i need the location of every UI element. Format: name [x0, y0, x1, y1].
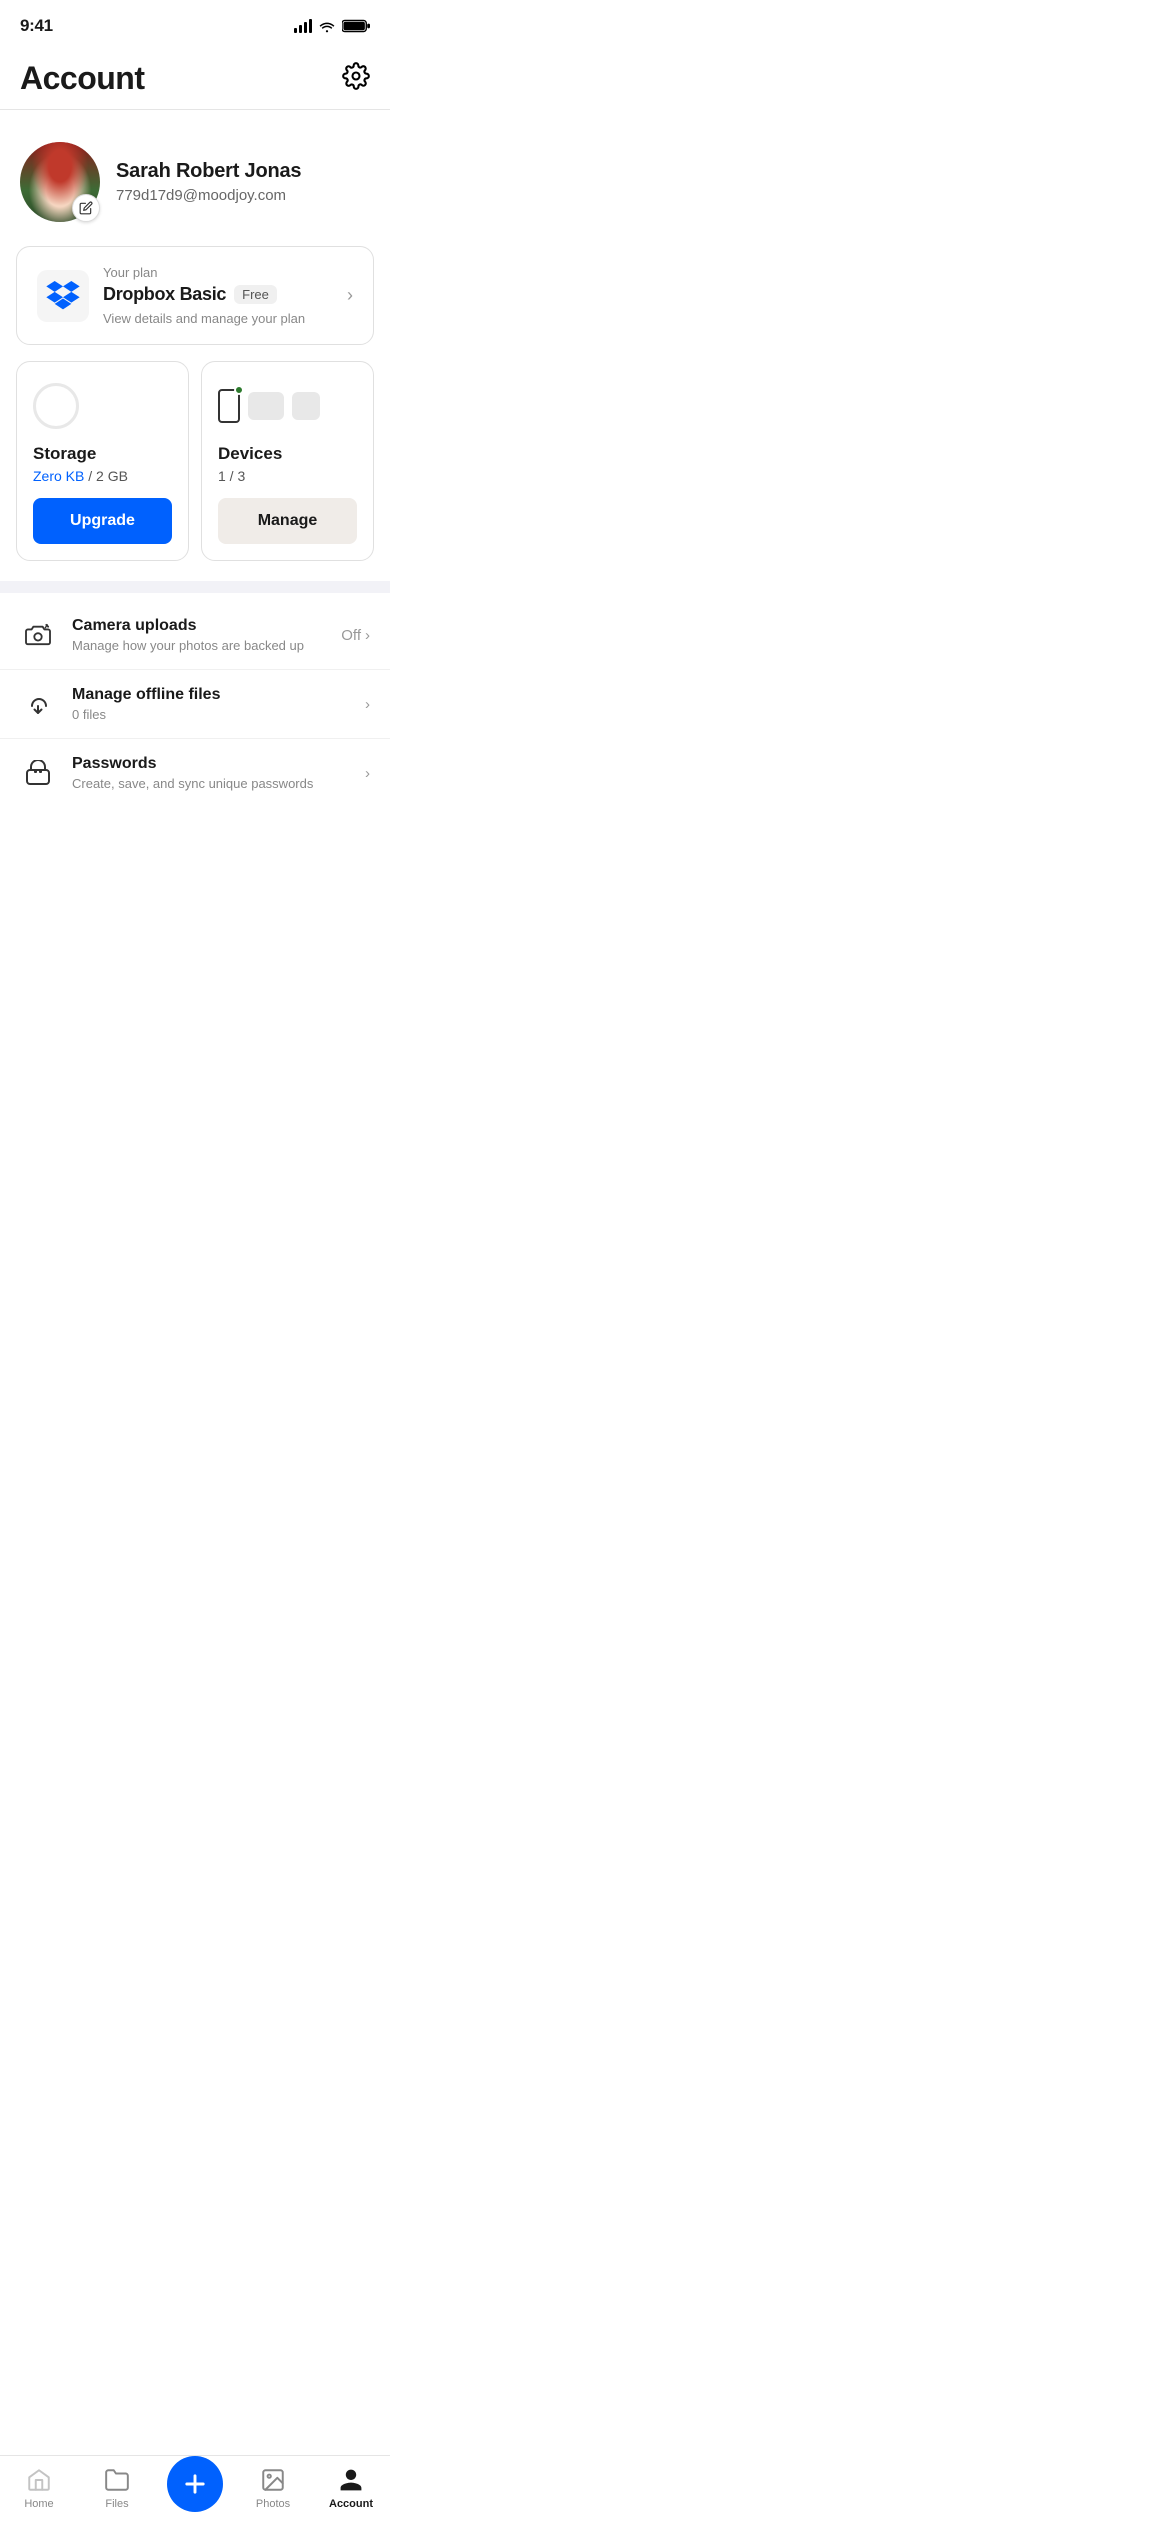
- free-badge: Free: [234, 285, 277, 304]
- plan-info: Your plan Dropbox Basic Free View detail…: [103, 265, 333, 326]
- status-bar: 9:41: [0, 0, 390, 44]
- photos-icon: [259, 2466, 287, 2494]
- device-placeholder-2: [292, 392, 320, 420]
- cards-row: Storage Zero KB / 2 GB Upgrade: [16, 361, 374, 561]
- device-icons: [218, 389, 320, 423]
- wifi-icon: [318, 19, 336, 33]
- nav-files-label: Files: [105, 2498, 128, 2510]
- camera-uploads-chevron: ›: [365, 627, 370, 644]
- profile-name: Sarah Robert Jonas: [116, 160, 370, 183]
- offline-files-icon: [20, 686, 56, 722]
- storage-used: Zero KB: [33, 468, 84, 484]
- passwords-right: ›: [365, 765, 370, 782]
- storage-total: 2 GB: [96, 468, 128, 484]
- profile-section: Sarah Robert Jonas 779d17d9@moodjoy.com: [0, 130, 390, 246]
- devices-count: 1 / 3: [218, 468, 357, 484]
- passwords-title: Passwords: [72, 755, 349, 773]
- plan-name: Dropbox Basic: [103, 284, 226, 305]
- device-placeholder-1: [248, 392, 284, 420]
- storage-info: Zero KB / 2 GB: [33, 468, 172, 484]
- plan-description: View details and manage your plan: [103, 311, 333, 326]
- battery-icon: [342, 19, 370, 33]
- upgrade-button[interactable]: Upgrade: [33, 498, 172, 544]
- camera-uploads-desc: Manage how your photos are backed up: [72, 638, 325, 653]
- storage-title: Storage: [33, 444, 172, 464]
- offline-files-text: Manage offline files 0 files: [72, 686, 349, 722]
- nav-account[interactable]: Account: [321, 2466, 381, 2510]
- avatar-container: [20, 142, 100, 222]
- settings-button[interactable]: [342, 62, 370, 95]
- camera-uploads-icon: [20, 617, 56, 653]
- profile-info: Sarah Robert Jonas 779d17d9@moodjoy.com: [116, 160, 370, 204]
- header-divider: [0, 109, 390, 110]
- camera-uploads-right: Off ›: [341, 627, 370, 644]
- manage-button[interactable]: Manage: [218, 498, 357, 544]
- section-divider: [0, 581, 390, 593]
- nav-files[interactable]: Files: [87, 2466, 147, 2510]
- plan-chevron-icon: ›: [347, 285, 353, 306]
- signal-icon: [294, 19, 312, 33]
- bottom-nav: Home Files Photos: [0, 2455, 390, 2532]
- your-plan-label: Your plan: [103, 265, 333, 280]
- offline-files-item[interactable]: Manage offline files 0 files ›: [0, 670, 390, 739]
- nav-home[interactable]: Home: [9, 2466, 69, 2510]
- plan-name-row: Dropbox Basic Free: [103, 284, 333, 305]
- page-title: Account: [20, 60, 145, 97]
- offline-files-chevron: ›: [365, 696, 370, 713]
- storage-icon-area: [33, 380, 172, 432]
- devices-card: Devices 1 / 3 Manage: [201, 361, 374, 561]
- status-time: 9:41: [20, 16, 53, 36]
- offline-files-desc: 0 files: [72, 707, 349, 722]
- passwords-chevron: ›: [365, 765, 370, 782]
- plan-card[interactable]: Your plan Dropbox Basic Free View detail…: [16, 246, 374, 345]
- passwords-icon: [20, 755, 56, 791]
- passwords-item[interactable]: Passwords Create, save, and sync unique …: [0, 739, 390, 807]
- page-header: Account: [0, 44, 390, 109]
- camera-uploads-text: Camera uploads Manage how your photos ar…: [72, 617, 325, 653]
- nav-account-label: Account: [329, 2498, 373, 2510]
- files-icon: [103, 2466, 131, 2494]
- camera-uploads-title: Camera uploads: [72, 617, 325, 635]
- storage-separator: /: [88, 468, 96, 484]
- storage-circle-icon: [33, 383, 79, 429]
- device-phone-icon: [218, 389, 240, 423]
- devices-icon-area: [218, 380, 357, 432]
- camera-uploads-item[interactable]: Camera uploads Manage how your photos ar…: [0, 601, 390, 670]
- account-icon: [337, 2466, 365, 2494]
- devices-title: Devices: [218, 444, 357, 464]
- status-icons: [294, 19, 370, 33]
- nav-photos-label: Photos: [256, 2498, 290, 2510]
- offline-files-title: Manage offline files: [72, 686, 349, 704]
- add-button[interactable]: [167, 2456, 223, 2512]
- nav-photos[interactable]: Photos: [243, 2466, 303, 2510]
- avatar-edit-button[interactable]: [72, 194, 100, 222]
- offline-files-right: ›: [365, 696, 370, 713]
- passwords-desc: Create, save, and sync unique passwords: [72, 776, 349, 791]
- nav-home-label: Home: [24, 2498, 53, 2510]
- menu-section: Camera uploads Manage how your photos ar…: [0, 593, 390, 815]
- home-icon: [25, 2466, 53, 2494]
- storage-card: Storage Zero KB / 2 GB Upgrade: [16, 361, 189, 561]
- passwords-text: Passwords Create, save, and sync unique …: [72, 755, 349, 791]
- profile-email: 779d17d9@moodjoy.com: [116, 187, 370, 204]
- camera-uploads-status: Off: [341, 627, 361, 644]
- dropbox-logo-box: [37, 270, 89, 322]
- nav-add[interactable]: [165, 2464, 225, 2512]
